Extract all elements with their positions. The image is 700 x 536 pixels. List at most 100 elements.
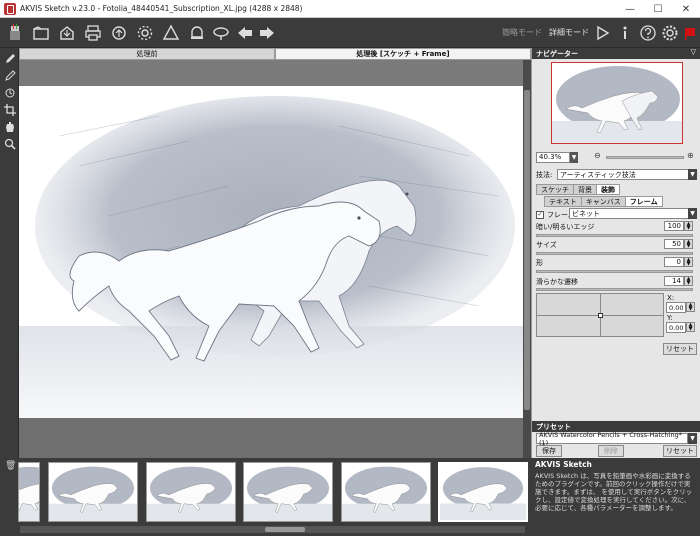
zoom-tool-icon[interactable]: [2, 136, 17, 151]
run-play-icon[interactable]: [591, 22, 613, 44]
settings-gear-icon[interactable]: [134, 22, 156, 44]
shape-value[interactable]: 0: [664, 257, 684, 267]
print-icon[interactable]: [82, 22, 104, 44]
info-text: AKVIS Sketch は、写真を鉛筆画や水彩画に変換するためのプラグインです…: [535, 472, 693, 512]
dark-edge-slider[interactable]: [536, 234, 693, 237]
smooth-value[interactable]: 14: [664, 276, 684, 286]
decoration-subtabs: テキスト キャンバス フレーム: [544, 196, 663, 207]
settings-panel: ナビゲーター ▽ 40.3% ▼ ⊖ ⊕ 技法: アーティスティック技法 ▼ ス…: [531, 48, 700, 458]
x-spinner[interactable]: ▲ ▼: [686, 302, 695, 312]
canvas-icon[interactable]: [210, 22, 232, 44]
thumbnail[interactable]: [18, 462, 40, 522]
image-canvas-area: 処理前 処理後 [スケッチ + Frame]: [19, 48, 531, 458]
frame-center-handle[interactable]: [598, 313, 603, 318]
smooth-label: 滑らかな遷移: [536, 277, 578, 286]
akvis-logo-icon: [4, 22, 26, 44]
tab-background[interactable]: 背景: [573, 184, 597, 195]
y-label: Y:: [667, 314, 673, 322]
hand-tool-icon[interactable]: [2, 119, 17, 134]
main-toolbar: 簡略モード 詳細モード: [0, 18, 700, 48]
crop-tool-icon[interactable]: [2, 102, 17, 117]
preset-reset-button[interactable]: リセット: [663, 445, 697, 457]
size-spinner[interactable]: ▲ ▼: [684, 239, 693, 249]
history-brush-icon[interactable]: [2, 85, 17, 100]
scrollbar-thumb[interactable]: [265, 527, 305, 532]
collapse-icon[interactable]: ▽: [691, 48, 696, 56]
help-icon[interactable]: [637, 22, 659, 44]
frame-type-dropdown-icon[interactable]: ▼: [688, 208, 697, 219]
notification-flag-icon[interactable]: [679, 22, 700, 44]
y-value[interactable]: 0.00: [666, 322, 686, 333]
share-icon[interactable]: [108, 22, 130, 44]
preset-dropdown-icon[interactable]: ▼: [688, 433, 697, 444]
bell-icon[interactable]: [186, 22, 208, 44]
smooth-slider[interactable]: [536, 288, 693, 291]
canvas-tabs: 処理前 処理後 [スケッチ + Frame]: [19, 48, 531, 60]
thumbnail-selected[interactable]: [438, 462, 528, 522]
thumbnail[interactable]: [48, 462, 138, 522]
navigator-preview[interactable]: [551, 62, 683, 144]
y-spinner[interactable]: ▲ ▼: [686, 322, 695, 332]
maximize-button[interactable]: ☐: [644, 0, 672, 18]
tab-sketch[interactable]: スケッチ: [536, 184, 574, 195]
frame-position-grid[interactable]: [536, 293, 664, 337]
close-button[interactable]: ✕: [672, 0, 700, 18]
subtab-text[interactable]: テキスト: [544, 196, 582, 207]
open-file-icon[interactable]: [30, 22, 52, 44]
filmstrip-scrollbar[interactable]: [20, 526, 525, 533]
smooth-spinner[interactable]: ▲ ▼: [684, 276, 693, 286]
advanced-mode-link[interactable]: 詳細モード: [549, 27, 589, 38]
thumbnail[interactable]: [243, 462, 333, 522]
zoom-in-icon[interactable]: ⊕: [687, 151, 694, 160]
subtab-frame[interactable]: フレーム: [624, 196, 663, 207]
zoom-value[interactable]: 40.3%: [536, 151, 570, 163]
scrollbar-thumb[interactable]: [524, 90, 530, 410]
shape-spinner[interactable]: ▲ ▼: [684, 257, 693, 267]
preset-save-button[interactable]: 保存: [536, 445, 562, 457]
tab-after[interactable]: 処理後 [スケッチ + Frame]: [275, 48, 531, 60]
zoom-control: 40.3% ▼: [536, 151, 578, 163]
zoom-out-icon[interactable]: ⊖: [594, 151, 601, 160]
shape-label: 形: [536, 258, 543, 267]
frame-checkbox[interactable]: ✓: [536, 210, 544, 219]
dark-edge-spinner[interactable]: ▲ ▼: [684, 221, 693, 231]
canvas-vertical-scrollbar[interactable]: [523, 60, 531, 458]
size-value[interactable]: 50: [664, 239, 684, 249]
shape-slider[interactable]: [536, 270, 693, 273]
express-mode-link[interactable]: 簡略モード: [502, 27, 542, 38]
subtab-canvas[interactable]: キャンバス: [580, 196, 626, 207]
canvas-margin-top: [19, 60, 531, 86]
frame-reset-button[interactable]: リセット: [663, 343, 697, 355]
thumbnail[interactable]: [341, 462, 431, 522]
info-title: AKVIS Sketch: [535, 460, 592, 469]
window-title: AKVIS Sketch v.23.0 - Fotolia_48440541_S…: [20, 4, 303, 13]
dark-edge-value[interactable]: 100: [664, 221, 684, 231]
navigator-title: ナビゲーター: [536, 49, 578, 58]
info-icon[interactable]: [614, 22, 636, 44]
zoom-slider[interactable]: [606, 156, 684, 159]
size-label: サイズ: [536, 240, 557, 249]
tab-decoration[interactable]: 装飾: [596, 184, 620, 195]
minimize-button[interactable]: —: [616, 0, 644, 18]
batch-icon[interactable]: [160, 22, 182, 44]
navigator-header: ナビゲーター ▽: [532, 48, 700, 59]
preset-delete-button[interactable]: 削除: [598, 445, 624, 457]
x-value[interactable]: 0.00: [666, 302, 686, 313]
pencil-tool-icon[interactable]: [2, 51, 17, 66]
zoom-dropdown-icon[interactable]: ▼: [570, 151, 578, 163]
tab-before[interactable]: 処理前: [19, 48, 275, 60]
undo-arrow-icon[interactable]: [234, 22, 256, 44]
technique-select[interactable]: アーティスティック技法: [557, 169, 689, 180]
thumbnail[interactable]: [146, 462, 236, 522]
result-image[interactable]: [19, 86, 531, 418]
redo-arrow-icon[interactable]: [256, 22, 278, 44]
size-slider[interactable]: [536, 252, 693, 255]
eraser-tool-icon[interactable]: [2, 68, 17, 83]
info-panel: AKVIS Sketch AKVIS Sketch は、写真を鉛筆画や水彩画に変…: [531, 458, 700, 536]
save-file-icon[interactable]: [56, 22, 78, 44]
technique-dropdown-icon[interactable]: ▼: [688, 169, 697, 180]
trash-icon[interactable]: 🗑: [5, 461, 16, 471]
preset-select[interactable]: AKVIS Watercolor Pencils + Cross-Hatchin…: [536, 431, 688, 447]
preferences-gear-icon[interactable]: [659, 22, 681, 44]
frame-type-select[interactable]: ビネット: [569, 208, 689, 219]
